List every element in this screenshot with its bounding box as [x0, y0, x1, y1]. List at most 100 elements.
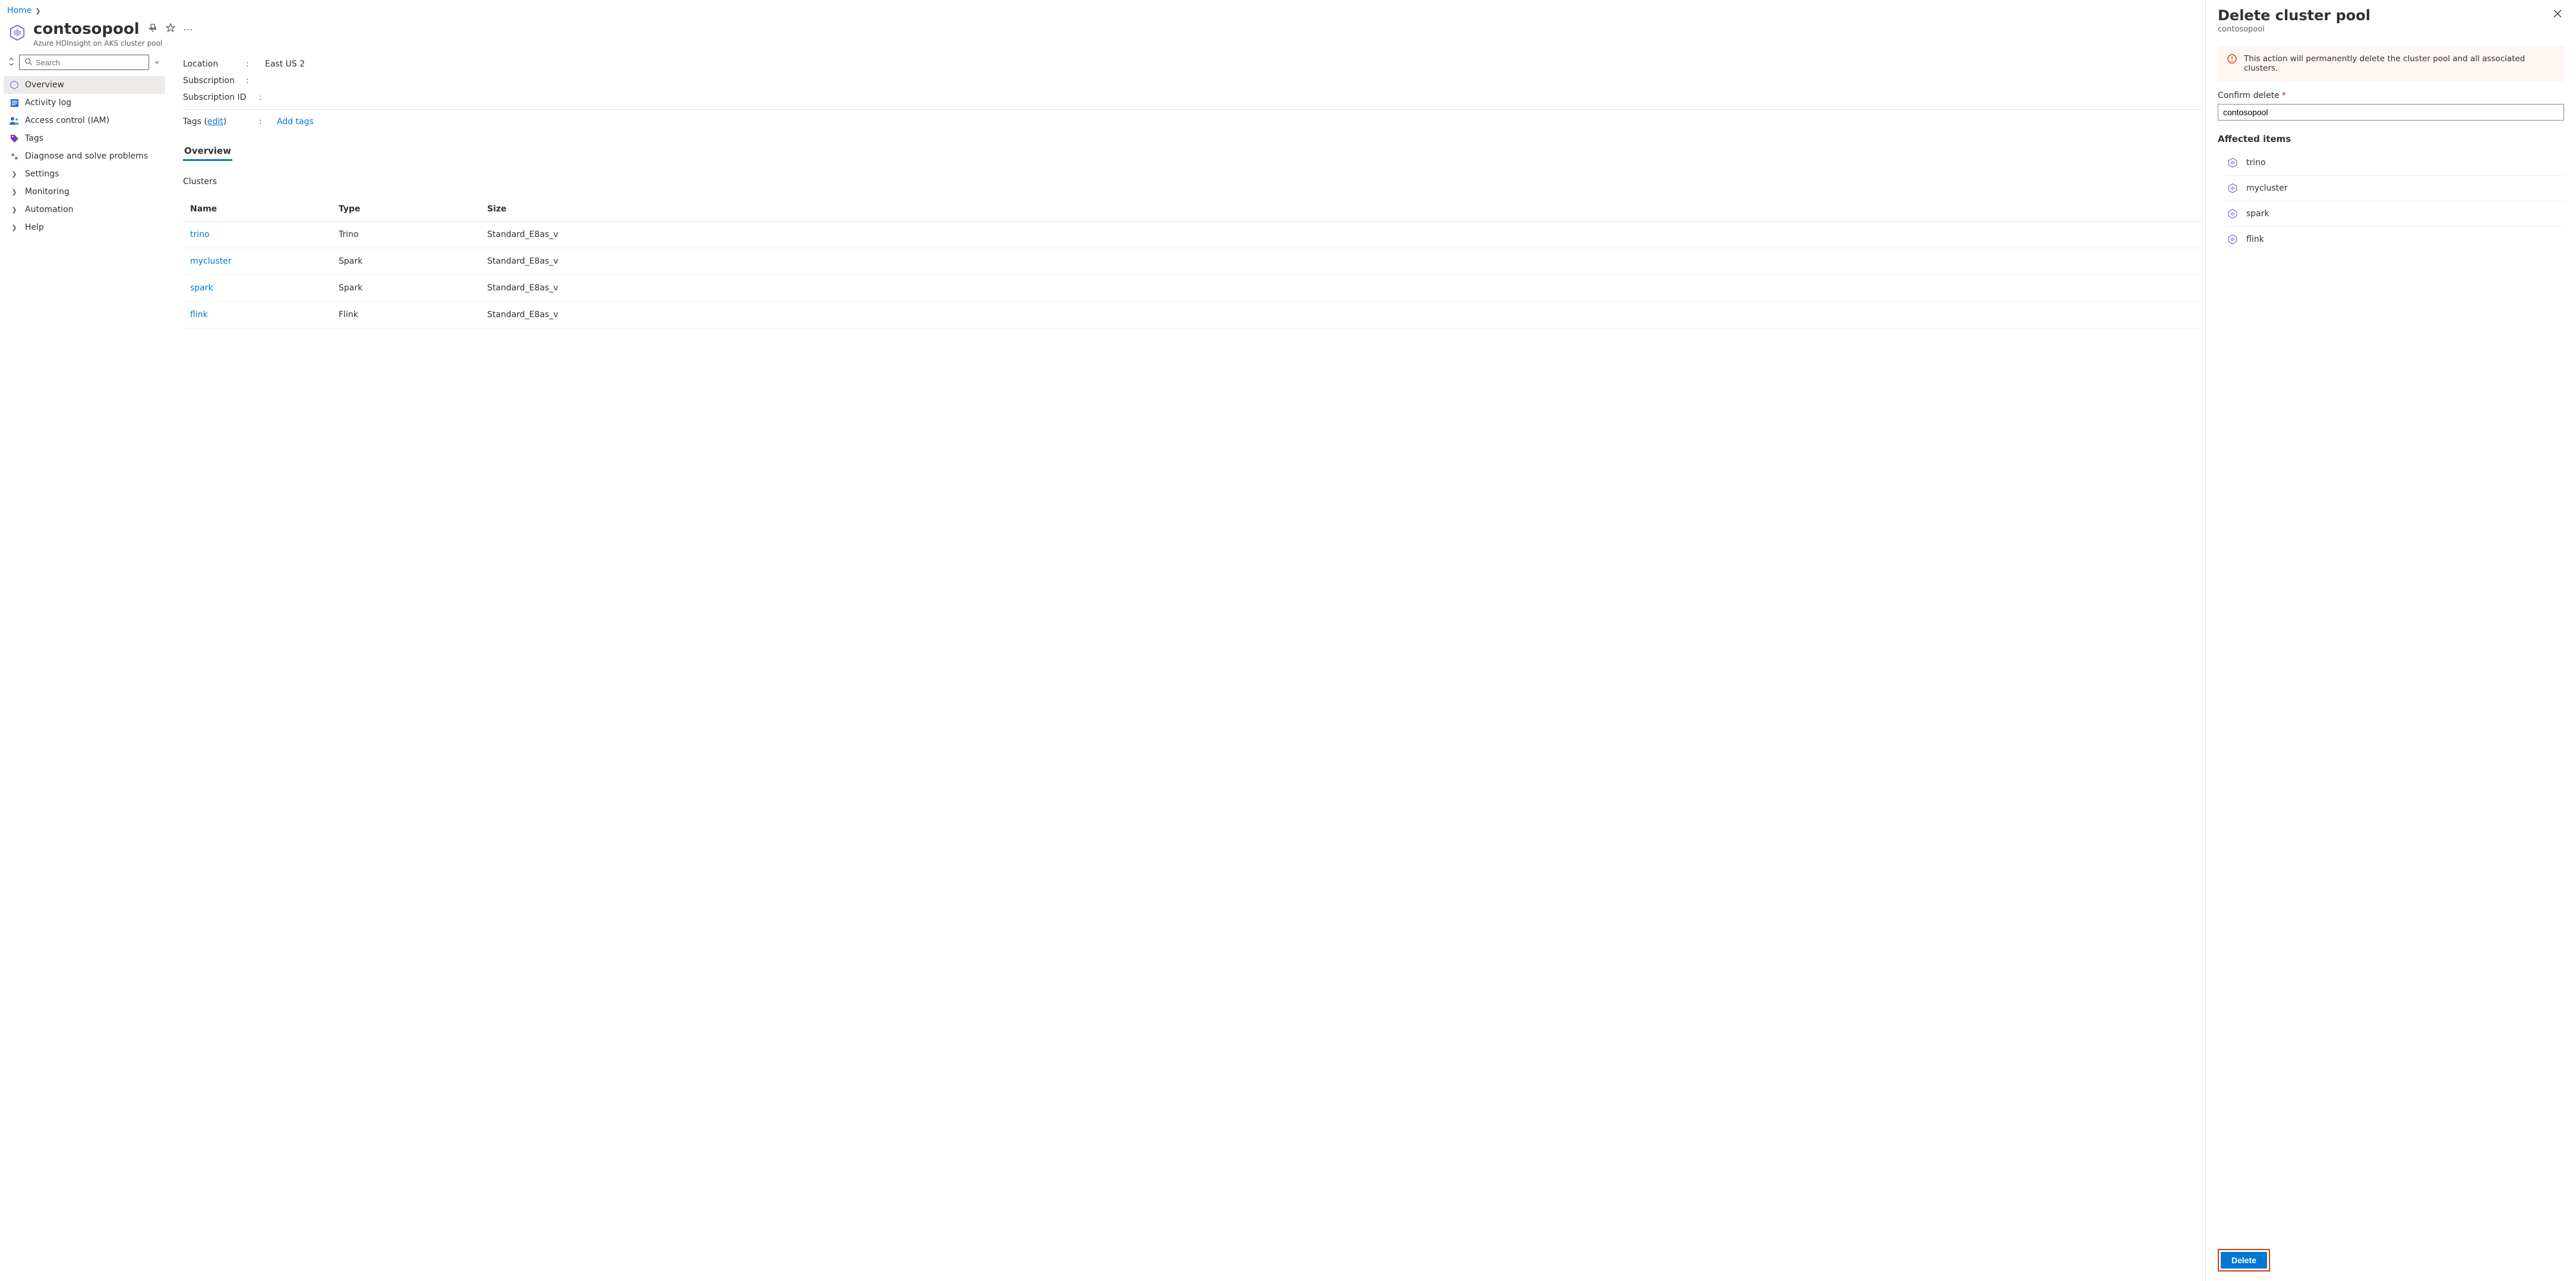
tags-icon: [10, 134, 19, 143]
cluster-type: Trino: [332, 222, 480, 248]
tab-overview[interactable]: Overview: [183, 142, 232, 161]
warning-banner: This action will permanently delete the …: [2218, 46, 2564, 81]
chevron-right-icon: ❯: [10, 187, 19, 197]
affected-item-name: spark: [2246, 209, 2269, 219]
sidebar-item-label: Diagnose and solve problems: [25, 151, 148, 161]
clusters-table: Name Type Size trino Trino Standard_E8as…: [183, 197, 2201, 328]
sidebar-item-help[interactable]: ❯ Help: [4, 219, 165, 236]
add-tags-link[interactable]: Add tags: [277, 117, 314, 126]
cluster-size: Standard_E8as_v: [480, 222, 2201, 248]
affected-item-name: trino: [2246, 158, 2266, 167]
table-row: flink Flink Standard_E8as_v: [183, 302, 2201, 328]
table-row: mycluster Spark Standard_E8as_v: [183, 248, 2201, 275]
confirm-delete-input[interactable]: [2218, 104, 2564, 121]
prop-label-subscription: Subscription: [183, 76, 246, 86]
table-row: spark Spark Standard_E8as_v: [183, 275, 2201, 302]
list-item: trino: [2225, 150, 2564, 176]
delete-button-highlight: Delete: [2218, 1249, 2270, 1271]
more-icon[interactable]: ⋯: [184, 24, 194, 35]
tabs: Overview: [183, 142, 2201, 162]
overview-icon: [10, 80, 19, 90]
list-item: spark: [2225, 201, 2564, 227]
sidebar-item-label: Overview: [25, 80, 64, 90]
search-input-wrap[interactable]: [19, 55, 149, 70]
sidebar-item-automation[interactable]: ❯ Automation: [4, 201, 165, 219]
cluster-icon: [2227, 208, 2238, 219]
chevron-right-icon: ❯: [10, 223, 19, 232]
confirm-delete-label: Confirm delete*: [2218, 91, 2564, 100]
iam-icon: [10, 116, 19, 125]
cluster-icon: [2227, 157, 2238, 168]
prop-label-subscription-id: Subscription ID: [183, 93, 259, 102]
cluster-size: Standard_E8as_v: [480, 275, 2201, 302]
close-icon[interactable]: [2551, 7, 2564, 23]
sidebar-item-activity-log[interactable]: Activity log: [4, 94, 165, 112]
cluster-type: Flink: [332, 302, 480, 328]
panel-title: Delete cluster pool: [2218, 7, 2370, 24]
search-input[interactable]: [36, 58, 144, 67]
sidebar-item-tags[interactable]: Tags: [4, 129, 165, 147]
cluster-link[interactable]: mycluster: [190, 257, 232, 266]
col-type[interactable]: Type: [332, 197, 480, 222]
sidebar-item-label: Settings: [25, 169, 59, 179]
cluster-link[interactable]: spark: [190, 283, 213, 293]
affected-items-heading: Affected items: [2218, 134, 2564, 144]
pin-icon[interactable]: [148, 23, 157, 35]
cluster-size: Standard_E8as_v: [480, 248, 2201, 275]
resource-icon: [7, 23, 27, 43]
sidebar-item-iam[interactable]: Access control (IAM): [4, 112, 165, 129]
search-icon: [24, 58, 32, 68]
cluster-type: Spark: [332, 275, 480, 302]
cluster-type: Spark: [332, 248, 480, 275]
panel-subtitle: contosopool: [2218, 25, 2370, 34]
warning-icon: [2227, 54, 2237, 66]
cluster-link[interactable]: trino: [190, 230, 210, 239]
activity-log-icon: [10, 98, 19, 107]
star-icon[interactable]: [166, 23, 175, 35]
delete-button[interactable]: Delete: [2221, 1252, 2267, 1269]
resource-header: contosopool ⋯ Azure HDInsight on AKS clu…: [0, 18, 2205, 52]
warning-text: This action will permanently delete the …: [2244, 54, 2555, 73]
sidebar-item-overview[interactable]: Overview: [4, 76, 165, 94]
breadcrumb-home[interactable]: Home: [7, 6, 31, 15]
affected-items-list: trino mycluster spark flink: [2218, 150, 2564, 252]
list-item: flink: [2225, 227, 2564, 252]
chevron-right-icon: ❯: [10, 169, 19, 179]
edit-tags-link[interactable]: edit: [207, 117, 223, 126]
clusters-heading: Clusters: [183, 177, 2201, 186]
prop-value-location: East US 2: [265, 59, 305, 69]
chevron-right-icon: ❯: [35, 7, 40, 15]
panel-footer: Delete: [2206, 1242, 2576, 1281]
sidebar-item-settings[interactable]: ❯ Settings: [4, 165, 165, 183]
sidebar-item-label: Help: [25, 223, 44, 232]
sidebar-item-label: Tags: [25, 134, 43, 143]
sidebar: « Overview Activity log Access control (…: [0, 52, 169, 1281]
prop-label-tags: Tags (edit): [183, 117, 259, 126]
page-subtitle: Azure HDInsight on AKS cluster pool: [33, 39, 194, 48]
sidebar-item-label: Access control (IAM): [25, 116, 109, 125]
diagnose-icon: [10, 151, 19, 161]
sidebar-item-label: Monitoring: [25, 187, 70, 197]
col-name[interactable]: Name: [183, 197, 332, 222]
chevron-right-icon: ❯: [10, 205, 19, 214]
cluster-icon: [2227, 183, 2238, 194]
list-item: mycluster: [2225, 176, 2564, 201]
main-content: Location : East US 2 Subscription : Subs…: [169, 52, 2205, 1281]
col-size[interactable]: Size: [480, 197, 2201, 222]
sidebar-item-label: Automation: [25, 205, 74, 214]
breadcrumb: Home ❯: [0, 0, 2205, 18]
affected-item-name: flink: [2246, 235, 2264, 244]
sidebar-item-monitoring[interactable]: ❯ Monitoring: [4, 183, 165, 201]
cluster-size: Standard_E8as_v: [480, 302, 2201, 328]
sort-icon[interactable]: [7, 56, 15, 69]
cluster-link[interactable]: flink: [190, 310, 208, 320]
page-title: contosopool: [33, 20, 140, 38]
sidebar-item-label: Activity log: [25, 98, 71, 107]
cluster-icon: [2227, 234, 2238, 245]
sidebar-item-diagnose[interactable]: Diagnose and solve problems: [4, 147, 165, 165]
table-row: trino Trino Standard_E8as_v: [183, 222, 2201, 248]
delete-panel: Delete cluster pool contosopool This act…: [2205, 0, 2576, 1281]
prop-label-location: Location: [183, 59, 246, 69]
affected-item-name: mycluster: [2246, 184, 2288, 193]
collapse-icon[interactable]: «: [153, 58, 162, 67]
